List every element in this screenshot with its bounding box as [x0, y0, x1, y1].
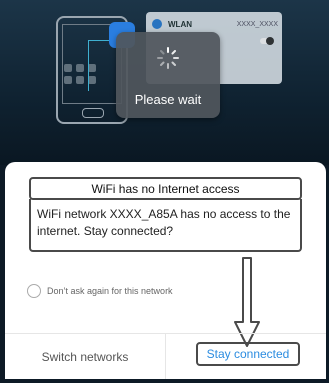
- app-dot: [64, 64, 72, 72]
- wlan-row: WLAN XXXX_XXXX: [152, 16, 278, 32]
- dialog-title: WiFi has no Internet access: [29, 177, 302, 200]
- wifi-icon: [152, 19, 162, 29]
- please-wait-text: Please wait: [134, 92, 202, 107]
- dialog-button-row: Switch networks Stay connected: [5, 333, 326, 379]
- dialog-message: WiFi network XXXX_A85A has no access to …: [29, 199, 302, 252]
- wlan-label: WLAN: [168, 19, 192, 29]
- wlan-ssid: XXXX_XXXX: [236, 20, 278, 28]
- switch-networks-button[interactable]: Switch networks: [5, 334, 166, 379]
- app-dot: [76, 64, 84, 72]
- phone-home-button: [82, 108, 104, 118]
- please-wait-toast: Please wait: [116, 32, 220, 118]
- dont-ask-again-label: Don’t ask again for this network: [47, 286, 173, 296]
- dont-ask-again-checkbox[interactable]: [27, 284, 41, 298]
- stay-connected-button[interactable]: Stay connected: [196, 342, 300, 366]
- dont-ask-again-option[interactable]: Don’t ask again for this network: [27, 284, 173, 298]
- no-internet-dialog: WiFi has no Internet access WiFi network…: [5, 162, 326, 379]
- stay-connected-cell: Stay connected: [166, 334, 326, 379]
- app-dot: [64, 76, 72, 84]
- wlan-toggle: [260, 37, 274, 45]
- loading-spinner-icon: [157, 47, 179, 69]
- app-dot: [76, 76, 84, 84]
